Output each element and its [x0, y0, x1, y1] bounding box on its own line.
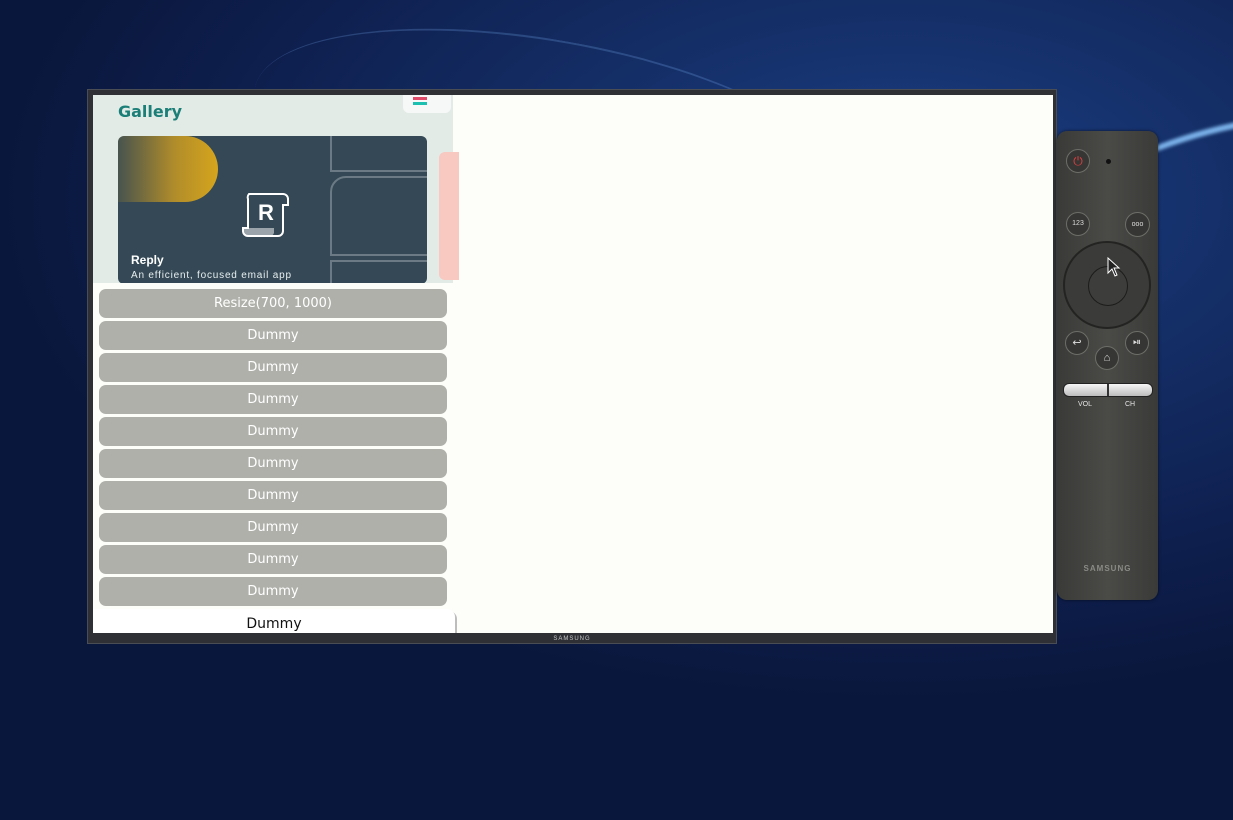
remote-mic-dot [1106, 159, 1111, 164]
tv-remote: ⏻ 123 ooo ↩ ⌂ ⏯ VOL CH SAMSUNG [1057, 131, 1158, 600]
gallery-app: Gallery R Reply An efficient, focused em… [93, 95, 459, 633]
indicator-bar-teal [413, 102, 427, 105]
rocker-divider [1107, 384, 1109, 396]
card-decor-line [330, 176, 427, 256]
card-accent-shape [118, 136, 218, 202]
menu-button-dummy[interactable]: Dummy [99, 481, 447, 510]
vol-ch-rocker[interactable] [1063, 383, 1153, 397]
tv-frame: Gallery R Reply An efficient, focused em… [87, 89, 1057, 644]
next-app-card[interactable] [439, 152, 459, 280]
card-decor-line [330, 136, 427, 172]
reply-app-card[interactable]: R Reply An efficient, focused email app [118, 136, 427, 284]
action-menu: Resize(700, 1000) Dummy Dummy Dummy Dumm… [93, 283, 455, 633]
menu-button-dummy-focused[interactable]: Dummy [93, 609, 455, 633]
mini-app-indicator[interactable] [403, 95, 451, 113]
ch-label: CH [1125, 401, 1136, 408]
menu-button-dummy[interactable]: Dummy [99, 545, 447, 574]
dpad[interactable] [1063, 241, 1151, 329]
menu-button-dummy[interactable]: Dummy [99, 449, 447, 478]
power-icon[interactable]: ⏻ [1066, 149, 1090, 173]
menu-button-dummy[interactable]: Dummy [99, 417, 447, 446]
page-title: Gallery [118, 102, 183, 121]
menu-button-dummy[interactable]: Dummy [99, 513, 447, 542]
more-button[interactable]: ooo [1125, 212, 1150, 237]
menu-button-dummy[interactable]: Dummy [99, 577, 447, 606]
tv-screen: Gallery R Reply An efficient, focused em… [93, 95, 1053, 633]
back-icon[interactable]: ↩ [1065, 331, 1089, 355]
reply-logo-letter: R [258, 200, 274, 225]
remote-brand-label: SAMSUNG [1083, 564, 1132, 573]
card-title: Reply [131, 253, 164, 267]
menu-button-dummy[interactable]: Dummy [99, 353, 447, 382]
card-decor-line [330, 260, 427, 284]
number-button[interactable]: 123 [1066, 212, 1090, 236]
play-pause-icon[interactable]: ⏯ [1125, 331, 1149, 355]
menu-button-dummy[interactable]: Dummy [99, 321, 447, 350]
tv-brand-label: SAMSUNG [553, 636, 591, 642]
mouse-cursor-icon [1107, 257, 1121, 277]
reply-logo-icon: R [242, 193, 289, 237]
menu-button-resize[interactable]: Resize(700, 1000) [99, 289, 447, 318]
card-description: An efficient, focused email app [131, 270, 292, 281]
vol-label: VOL [1078, 401, 1093, 408]
home-icon[interactable]: ⌂ [1095, 346, 1119, 370]
indicator-bar-pink [413, 97, 427, 100]
menu-button-dummy[interactable]: Dummy [99, 385, 447, 414]
